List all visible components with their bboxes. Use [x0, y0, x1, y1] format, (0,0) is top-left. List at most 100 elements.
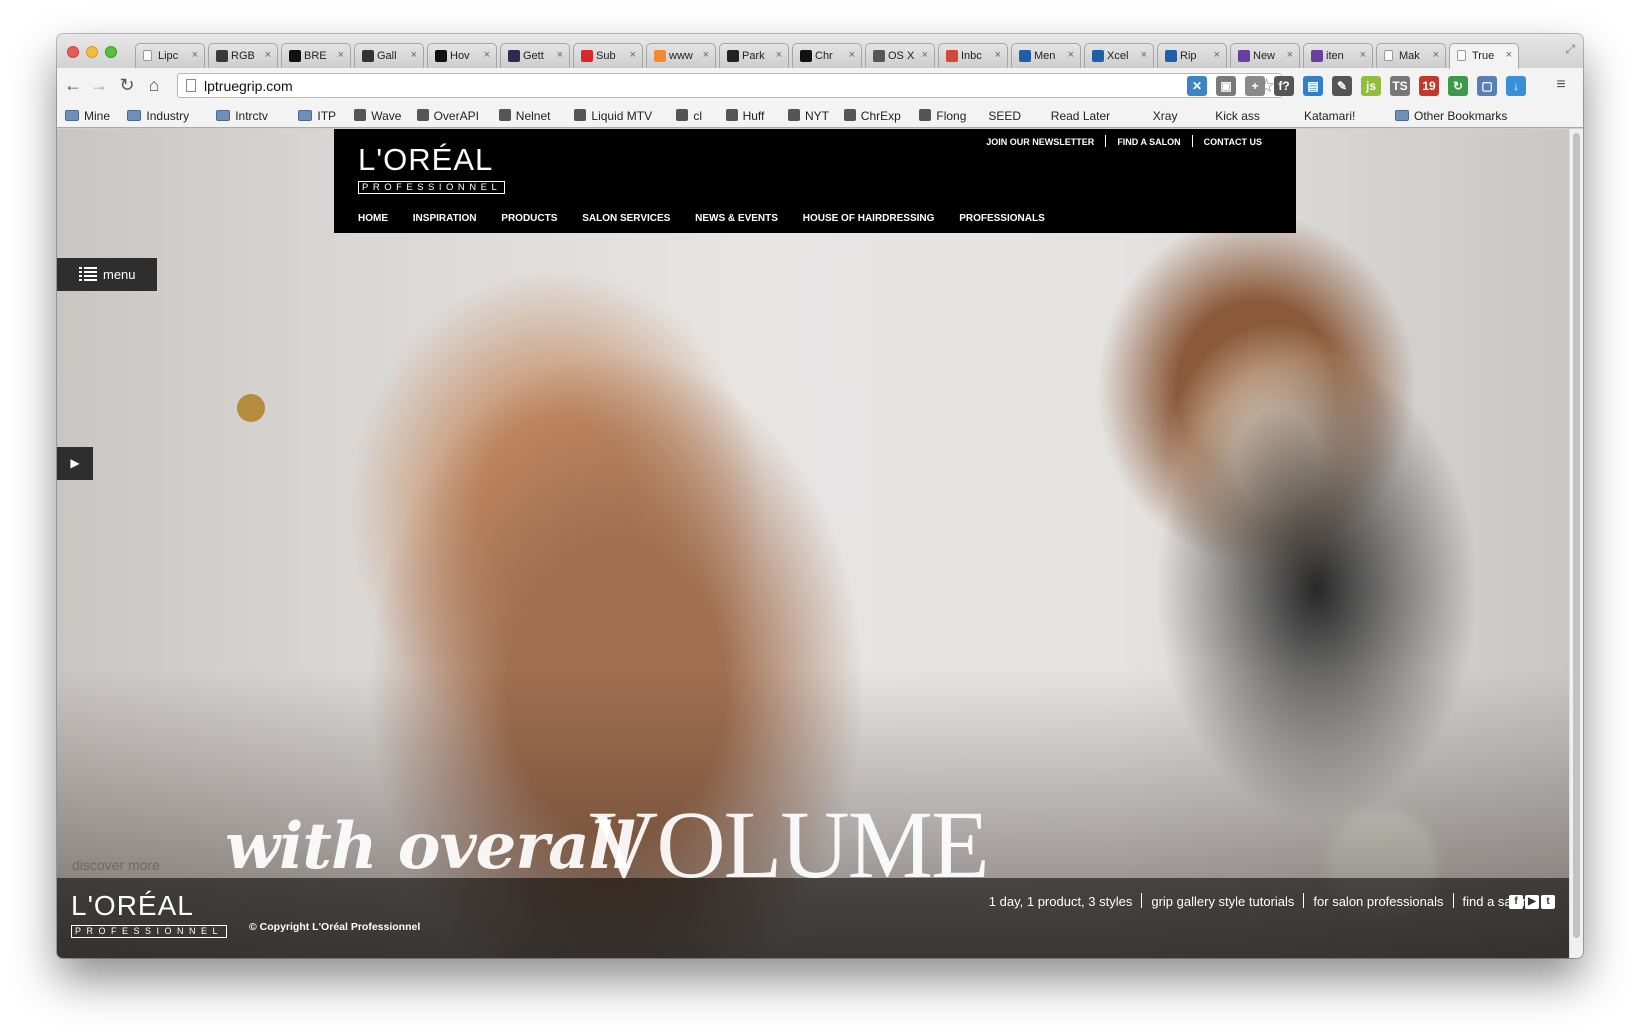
nav-news-events[interactable]: NEWS & EVENTS — [695, 213, 778, 224]
tab-close-icon[interactable]: × — [1068, 49, 1074, 61]
bookmark-item[interactable]: Xray — [1152, 109, 1177, 217]
bookmark-item[interactable]: Read Later — [1050, 109, 1110, 217]
util-link-newsletter[interactable]: JOIN OUR NEWSLETTER — [986, 137, 1094, 147]
scrollbar-thumb[interactable] — [1573, 133, 1580, 938]
tab-close-icon[interactable]: × — [630, 49, 636, 61]
home-button[interactable]: ⌂ — [144, 75, 164, 95]
tab-close-icon[interactable]: × — [922, 49, 928, 61]
plus-extension-icon[interactable]: + — [1245, 76, 1265, 96]
tab-close-icon[interactable]: × — [1141, 49, 1147, 61]
menu-button[interactable]: menu — [57, 258, 157, 291]
browser-tab[interactable]: Lipc × — [135, 43, 205, 68]
download-extension-icon[interactable]: ↓ — [1506, 76, 1526, 96]
nav-house-of-hairdressing[interactable]: HOUSE OF HAIRDRESSING — [803, 213, 935, 224]
twitter-icon[interactable]: t — [1541, 895, 1555, 909]
footer-link-1day[interactable]: 1 day, 1 product, 3 styles — [989, 894, 1133, 909]
discover-more-link[interactable]: discover more — [72, 857, 160, 873]
tab-close-icon[interactable]: × — [1287, 49, 1293, 61]
bookmark-item[interactable]: cl — [676, 109, 702, 123]
tab-close-icon[interactable]: × — [411, 49, 417, 61]
slide-arrow-button[interactable]: ▶ — [57, 447, 93, 480]
browser-tab[interactable]: Inbc × — [938, 43, 1008, 68]
bookmark-item[interactable]: Nelnet — [498, 109, 550, 123]
util-link-contact[interactable]: CONTACT US — [1204, 137, 1262, 147]
browser-tab[interactable]: True × — [1449, 43, 1519, 69]
window-extension-icon[interactable]: ▢ — [1477, 76, 1497, 96]
bookmark-item[interactable]: ITP — [298, 109, 336, 123]
browser-tab[interactable]: Gall × — [354, 43, 424, 68]
bookmark-item[interactable]: Huff — [725, 109, 764, 123]
browser-tab[interactable]: Mak × — [1376, 43, 1446, 68]
tab-close-icon[interactable]: × — [1433, 49, 1439, 61]
util-link-find-salon[interactable]: FIND A SALON — [1117, 137, 1180, 147]
bookmark-item[interactable]: Mine — [65, 109, 110, 123]
reload-button[interactable]: ↻ — [117, 75, 137, 95]
bookmark-item[interactable]: Intrctv — [216, 109, 268, 123]
footer-link-gallery[interactable]: grip gallery style tutorials — [1151, 894, 1294, 909]
bookmark-item[interactable]: SEED — [988, 109, 1021, 217]
tab-close-icon[interactable]: × — [265, 49, 271, 61]
bookmark-item[interactable]: OverAPI — [416, 109, 479, 123]
bookmark-item[interactable]: Flong — [919, 109, 966, 123]
bookmark-item[interactable]: Industry — [127, 109, 189, 123]
tab-close-icon[interactable]: × — [192, 49, 198, 61]
eyedropper-extension-icon[interactable]: ✎ — [1332, 76, 1352, 96]
tab-close-icon[interactable]: × — [1214, 49, 1220, 61]
browser-tab[interactable]: OS X × — [865, 43, 935, 68]
footer-link-professionals[interactable]: for salon professionals — [1313, 894, 1443, 909]
nav-salon-services[interactable]: SALON SERVICES — [582, 213, 670, 224]
browser-tab[interactable]: Gett × — [500, 43, 570, 68]
new-tab-button[interactable] — [1581, 48, 1583, 66]
tab-close-icon[interactable]: × — [1506, 49, 1512, 61]
tab-close-icon[interactable]: × — [703, 49, 709, 61]
bookmark-item[interactable]: Kick ass — [1215, 109, 1260, 217]
nav-professionals[interactable]: PROFESSIONALS — [959, 213, 1045, 224]
facebook-icon[interactable]: f — [1509, 895, 1523, 909]
bookmark-item[interactable]: Liquid MTV — [574, 109, 652, 123]
address-bar[interactable]: lptruegrip.com ☆ — [177, 73, 1282, 98]
font-extension-icon[interactable]: f? — [1274, 76, 1294, 96]
other-bookmarks-folder[interactable]: Other Bookmarks — [1395, 109, 1507, 123]
fullscreen-icon[interactable]: ⤢ — [1565, 42, 1575, 57]
tab-close-icon[interactable]: × — [338, 49, 344, 61]
js-extension-icon[interactable]: js — [1361, 76, 1381, 96]
browser-tab[interactable]: Hov × — [427, 43, 497, 68]
footer-logo[interactable]: L'ORÉAL PROFESSIONNEL — [71, 891, 228, 939]
monitor-extension-icon[interactable]: ▤ — [1303, 76, 1323, 96]
screenshot-extension-icon[interactable]: ▣ — [1216, 76, 1236, 96]
url-text[interactable]: lptruegrip.com — [204, 78, 293, 94]
window-zoom-button[interactable] — [105, 46, 117, 58]
nav-inspiration[interactable]: INSPIRATION — [413, 213, 477, 224]
x-extension-icon[interactable]: ✕ — [1187, 76, 1207, 96]
tab-close-icon[interactable]: × — [849, 49, 855, 61]
chrome-menu-icon[interactable]: ≡ — [1551, 75, 1571, 95]
page-scrollbar[interactable] — [1569, 129, 1583, 958]
browser-tab[interactable]: Sub × — [573, 43, 643, 68]
browser-tab[interactable]: RGB × — [208, 43, 278, 68]
browser-tab[interactable]: New × — [1230, 43, 1300, 68]
browser-tab[interactable]: Chr × — [792, 43, 862, 68]
calendar-extension-icon[interactable]: 19 — [1419, 76, 1439, 96]
ts-extension-icon[interactable]: TS — [1390, 76, 1410, 96]
browser-tab[interactable]: www × — [646, 43, 716, 68]
nav-products[interactable]: PRODUCTS — [501, 213, 557, 224]
browser-tab[interactable]: Xcel × — [1084, 43, 1154, 68]
tab-close-icon[interactable]: × — [484, 49, 490, 61]
browser-tab[interactable]: iten × — [1303, 43, 1373, 68]
back-button[interactable]: ← — [63, 75, 83, 95]
browser-tab[interactable]: Rip × — [1157, 43, 1227, 68]
loreal-logo[interactable]: L'ORÉAL PROFESSIONNEL — [358, 143, 506, 195]
bookmark-item[interactable]: Katamari! — [1304, 109, 1355, 217]
tab-close-icon[interactable]: × — [1360, 49, 1366, 61]
bookmark-item[interactable]: NYT — [788, 109, 829, 123]
youtube-icon[interactable]: ▶ — [1525, 895, 1539, 909]
refresh-extension-icon[interactable]: ↻ — [1448, 76, 1468, 96]
browser-tab[interactable]: BRE × — [281, 43, 351, 68]
window-minimize-button[interactable] — [86, 46, 98, 58]
bookmark-item[interactable]: ChrExp — [843, 109, 901, 123]
tab-close-icon[interactable]: × — [557, 49, 563, 61]
tab-close-icon[interactable]: × — [776, 49, 782, 61]
browser-tab[interactable]: Park × — [719, 43, 789, 68]
nav-home[interactable]: HOME — [358, 213, 388, 224]
bookmark-item[interactable]: Wave — [354, 109, 401, 123]
